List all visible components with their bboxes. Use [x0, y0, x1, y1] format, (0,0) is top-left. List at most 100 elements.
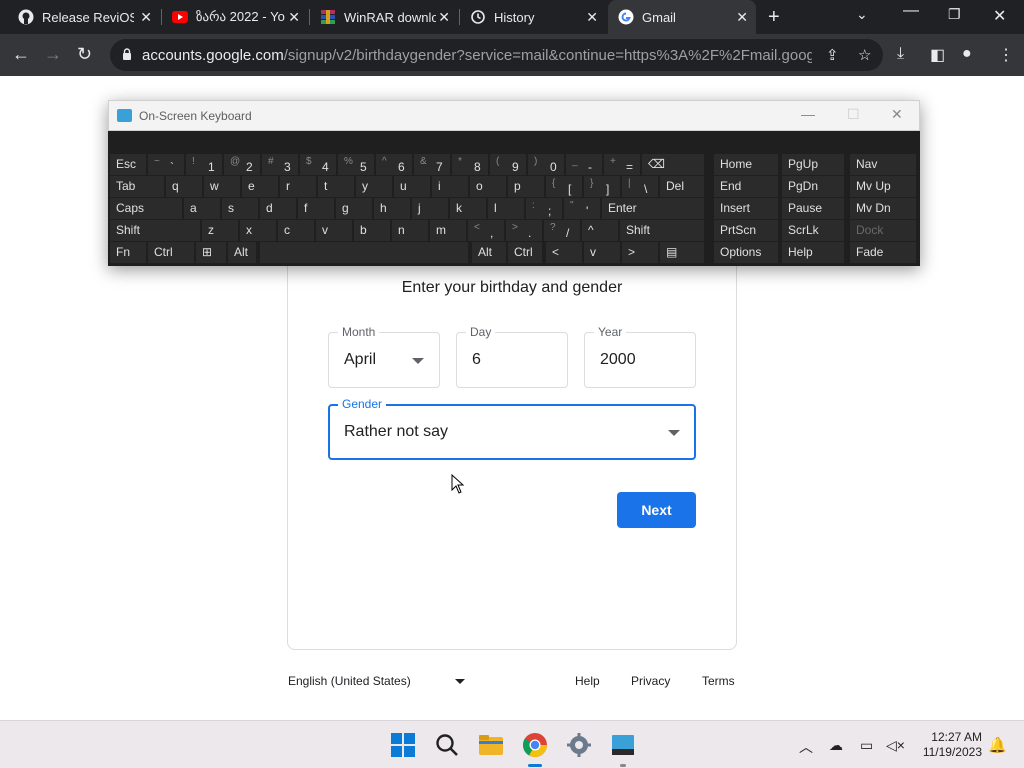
- forward-arrow-icon[interactable]: →: [44, 44, 62, 64]
- osk-key[interactable]: x: [240, 220, 276, 241]
- osk-key[interactable]: ▤: [660, 242, 704, 263]
- osk-key[interactable]: Del: [660, 176, 704, 197]
- osk-key[interactable]: Alt: [228, 242, 256, 263]
- osk-key[interactable]: ) 0: [528, 154, 564, 175]
- osk-key[interactable]: * 8: [452, 154, 488, 175]
- osk-key[interactable]: Esc: [110, 154, 146, 175]
- osk-key[interactable]: $4: [300, 154, 336, 175]
- osk-key[interactable]: (9: [490, 154, 526, 175]
- restore-icon[interactable]: ❐: [948, 6, 961, 23]
- osk-key[interactable]: e: [242, 176, 278, 197]
- caret-down-icon[interactable]: [455, 679, 465, 684]
- osk-key[interactable]: ! 1: [186, 154, 222, 175]
- osk-key[interactable]: }]: [584, 176, 620, 197]
- settings-gear-icon[interactable]: [565, 731, 593, 759]
- year-input[interactable]: Year 2000: [584, 325, 696, 388]
- osk-key[interactable]: Shift: [110, 220, 200, 241]
- osk-nav-key[interactable]: Pause: [782, 198, 844, 219]
- osk-key[interactable]: ^: [582, 220, 618, 241]
- osk-key[interactable]: m: [430, 220, 466, 241]
- gender-select[interactable]: Gender Rather not say: [328, 397, 696, 460]
- osk-key[interactable]: >.: [506, 220, 542, 241]
- osk-key[interactable]: c: [278, 220, 314, 241]
- osk-key[interactable]: :;: [526, 198, 562, 219]
- osk-key[interactable]: ⊞: [196, 242, 226, 263]
- osk-key[interactable]: @2: [224, 154, 260, 175]
- osk-key[interactable]: | \: [622, 176, 658, 197]
- onedrive-cloud-icon[interactable]: ☁: [829, 737, 843, 754]
- osk-key[interactable]: [260, 242, 468, 263]
- new-tab-button[interactable]: +: [768, 6, 780, 28]
- share-icon[interactable]: ⇪: [826, 46, 839, 64]
- osk-key[interactable]: #3: [262, 154, 298, 175]
- osk-key[interactable]: f: [298, 198, 334, 219]
- tab-youtube[interactable]: ზარა 2022 - Yo ✕: [162, 0, 308, 34]
- download-icon[interactable]: ⤓: [897, 45, 904, 63]
- maximize-icon[interactable]: ☐: [847, 106, 860, 123]
- close-icon[interactable]: ✕: [140, 9, 152, 25]
- osk-key[interactable]: t: [318, 176, 354, 197]
- reload-icon[interactable]: ↻: [77, 44, 92, 64]
- menu-kebab-icon[interactable]: ⋮: [998, 45, 1014, 65]
- help-link[interactable]: Help: [575, 674, 600, 688]
- osk-key[interactable]: g: [336, 198, 372, 219]
- terms-link[interactable]: Terms: [702, 674, 735, 688]
- osk-key[interactable]: o: [470, 176, 506, 197]
- osk-nav-key[interactable]: Help: [782, 242, 844, 263]
- osk-key[interactable]: {[: [546, 176, 582, 197]
- address-bar[interactable]: accounts.google.com/signup/v2/birthdayge…: [110, 39, 883, 71]
- osk-key[interactable]: z: [202, 220, 238, 241]
- file-explorer-icon[interactable]: [477, 731, 505, 759]
- osk-nav-key[interactable]: Fade: [850, 242, 916, 263]
- osk-key[interactable]: Fn: [110, 242, 146, 263]
- bookmark-star-icon[interactable]: ☆: [858, 46, 871, 64]
- month-select[interactable]: Month April: [328, 325, 440, 388]
- osk-key[interactable]: ? /: [544, 220, 580, 241]
- search-icon[interactable]: [433, 731, 461, 759]
- osk-key[interactable]: v: [316, 220, 352, 241]
- network-icon[interactable]: ▭: [860, 737, 873, 754]
- back-arrow-icon[interactable]: ←: [12, 44, 30, 64]
- osk-key[interactable]: Ctrl: [508, 242, 542, 263]
- osk-key[interactable]: q: [166, 176, 202, 197]
- osk-title-bar[interactable]: On-Screen Keyboard — ☐ ✕: [108, 100, 920, 131]
- osk-key[interactable]: y: [356, 176, 392, 197]
- volume-muted-icon[interactable]: ◁×: [886, 737, 905, 754]
- osk-key[interactable]: _ -: [566, 154, 602, 175]
- osk-key[interactable]: p: [508, 176, 544, 197]
- show-hidden-icons-chevron-icon[interactable]: ︿: [799, 737, 813, 757]
- lock-icon[interactable]: [122, 48, 132, 60]
- osk-key[interactable]: r: [280, 176, 316, 197]
- minimize-icon[interactable]: —: [801, 106, 815, 122]
- osk-key[interactable]: Shift: [620, 220, 704, 241]
- language-select[interactable]: English (United States): [288, 674, 411, 688]
- osk-nav-key[interactable]: ScrLk: [782, 220, 844, 241]
- osk-key[interactable]: ^ 6: [376, 154, 412, 175]
- osk-key[interactable]: d: [260, 198, 296, 219]
- osk-nav-key[interactable]: PrtScn: [714, 220, 778, 241]
- osk-nav-key[interactable]: Mv Dn: [850, 198, 916, 219]
- osk-key[interactable]: h: [374, 198, 410, 219]
- osk-key[interactable]: i: [432, 176, 468, 197]
- osk-key[interactable]: j: [412, 198, 448, 219]
- day-input[interactable]: Day 6: [456, 325, 568, 388]
- osk-key[interactable]: ~ `: [148, 154, 184, 175]
- osk-nav-key[interactable]: PgDn: [782, 176, 844, 197]
- osk-key[interactable]: u: [394, 176, 430, 197]
- osk-nav-key[interactable]: Dock: [850, 220, 916, 241]
- close-icon[interactable]: ✕: [288, 9, 300, 25]
- osk-key[interactable]: Ctrl: [148, 242, 194, 263]
- tab-winrar[interactable]: WinRAR downlo ✕: [310, 0, 458, 34]
- windows-start-icon[interactable]: [389, 731, 417, 759]
- osk-nav-key[interactable]: End: [714, 176, 778, 197]
- osk-key[interactable]: a: [184, 198, 220, 219]
- profile-icon[interactable]: ●: [962, 45, 972, 63]
- osk-key[interactable]: <: [546, 242, 582, 263]
- osk-key[interactable]: Caps: [110, 198, 182, 219]
- osk-key[interactable]: b: [354, 220, 390, 241]
- osk-nav-key[interactable]: Mv Up: [850, 176, 916, 197]
- close-icon[interactable]: ✕: [891, 106, 903, 123]
- osk-key[interactable]: l: [488, 198, 524, 219]
- close-icon[interactable]: ✕: [438, 9, 450, 25]
- osk-key[interactable]: Alt: [472, 242, 506, 263]
